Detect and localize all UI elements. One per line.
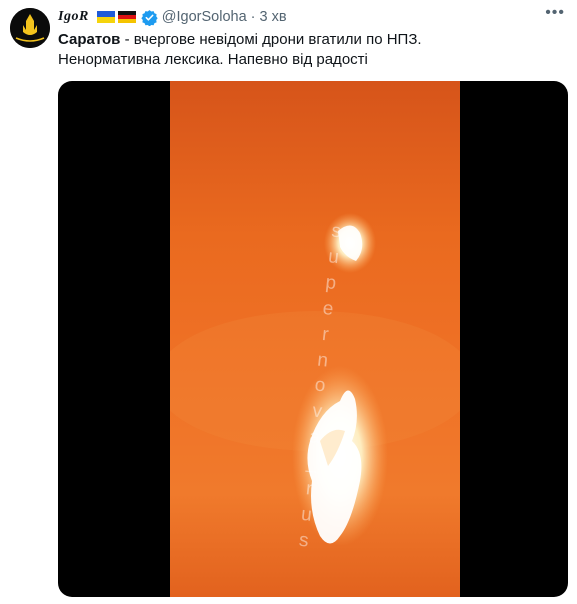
tweet-text-rest: - вчергове невідомі дрони вгатили по НПЗ… [120,31,422,48]
tweet-city: Саратов [58,31,121,48]
avatar[interactable] [10,8,50,48]
video-player[interactable]: s u p e r n o v a _ r u s [58,81,568,597]
tweet-text: Саратов - вчергове невідомі дрони вгатил… [58,30,568,70]
separator-dot: · [250,9,256,25]
tweet-timestamp[interactable]: 3 хв [260,9,287,25]
flag-ukraine-icon [96,11,115,23]
verified-badge-icon [141,9,158,26]
video-frame[interactable]: s u p e r n o v a _ r u s [170,81,460,597]
author-name[interactable]: IgoR [58,9,89,25]
tweet-text-line-2: Ненормативна лексика. Напевно від радост… [58,51,368,68]
avatar-image [10,8,50,48]
tweet-text-line-1: Саратов - вчергове невідомі дрони вгатил… [58,30,568,50]
tweet: IgoR @IgorSoloha · 3 хв ••• Саратов - вч… [0,0,577,604]
flag-germany-icon [117,11,136,23]
author-handle[interactable]: @IgorSoloha [162,9,247,25]
more-icon[interactable]: ••• [545,5,565,21]
tweet-header: IgoR @IgorSoloha · 3 хв ••• [58,5,565,27]
